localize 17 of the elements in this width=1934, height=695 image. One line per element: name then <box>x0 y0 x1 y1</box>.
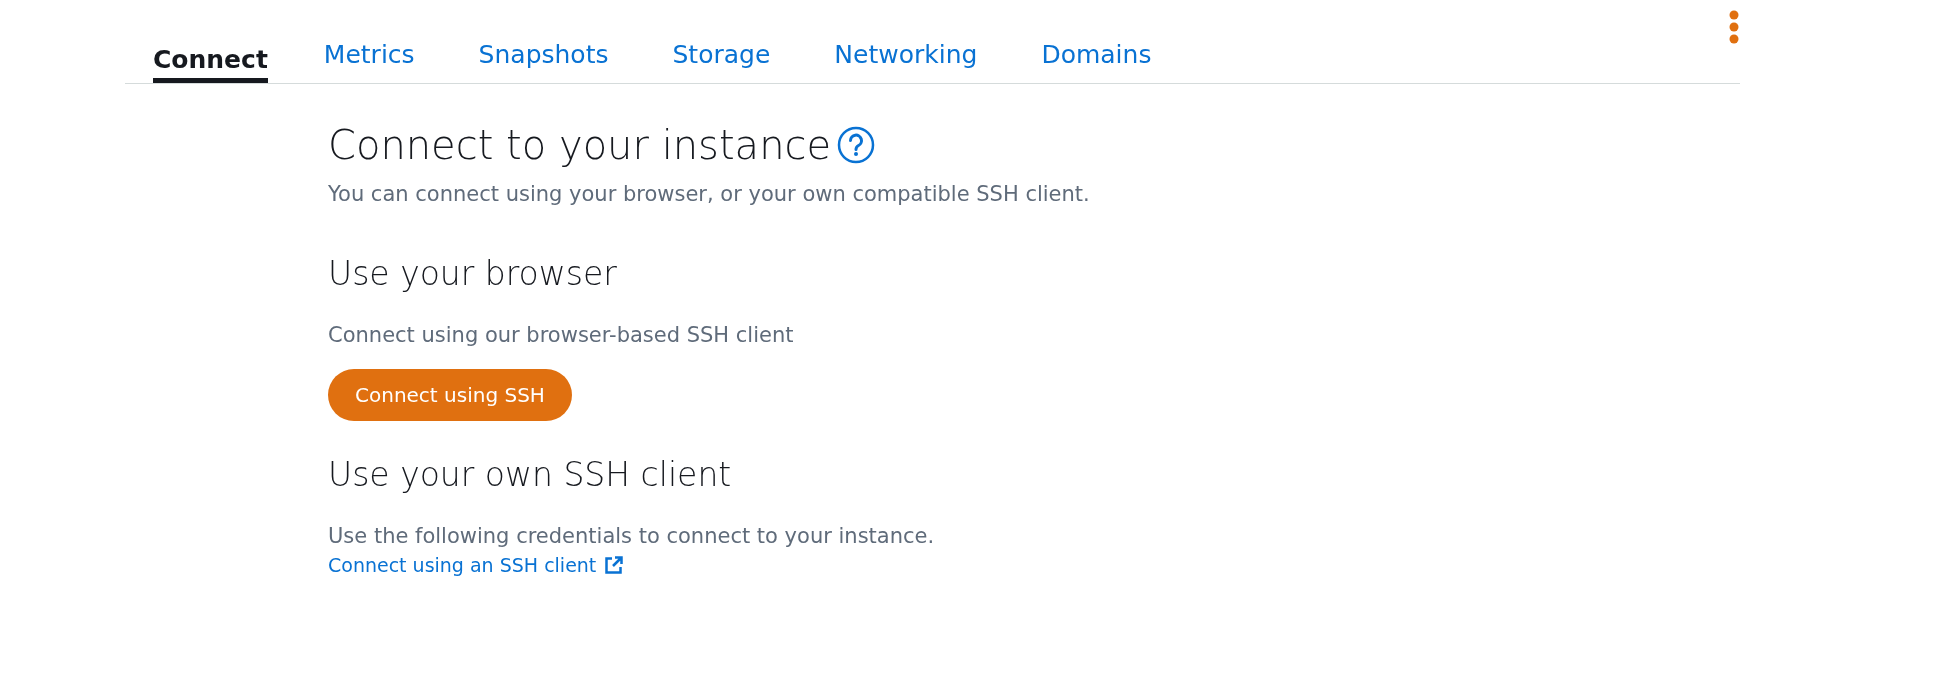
tab[interactable]: Metrics <box>295 40 441 83</box>
section-heading: Use your browser <box>328 254 618 293</box>
tab[interactable]: Storage <box>644 40 797 83</box>
section-heading: Use your own SSH client <box>328 455 733 494</box>
section-text: Connect using our browser-based SSH client <box>328 323 795 347</box>
section-text: Use the following credentials to connect to your instance. <box>328 524 936 548</box>
intro-text: You can connect using your browser, or your own compatible SSH client. <box>328 182 1091 206</box>
tab[interactable]: Connect <box>153 40 268 83</box>
connect-ssh-button[interactable]: Connect using SSH <box>328 369 572 421</box>
ssh-client-link[interactable]: Connect using an SSH client <box>328 554 624 576</box>
tab[interactable]: Snapshots <box>450 40 635 83</box>
more-options-icon[interactable] <box>1728 9 1740 44</box>
tab[interactable]: Domains <box>1013 40 1178 83</box>
external-link-icon <box>604 555 624 575</box>
help-icon[interactable] <box>837 126 876 164</box>
tab[interactable]: Networking <box>806 40 1004 83</box>
page-heading: Connect to your instance <box>328 122 832 168</box>
